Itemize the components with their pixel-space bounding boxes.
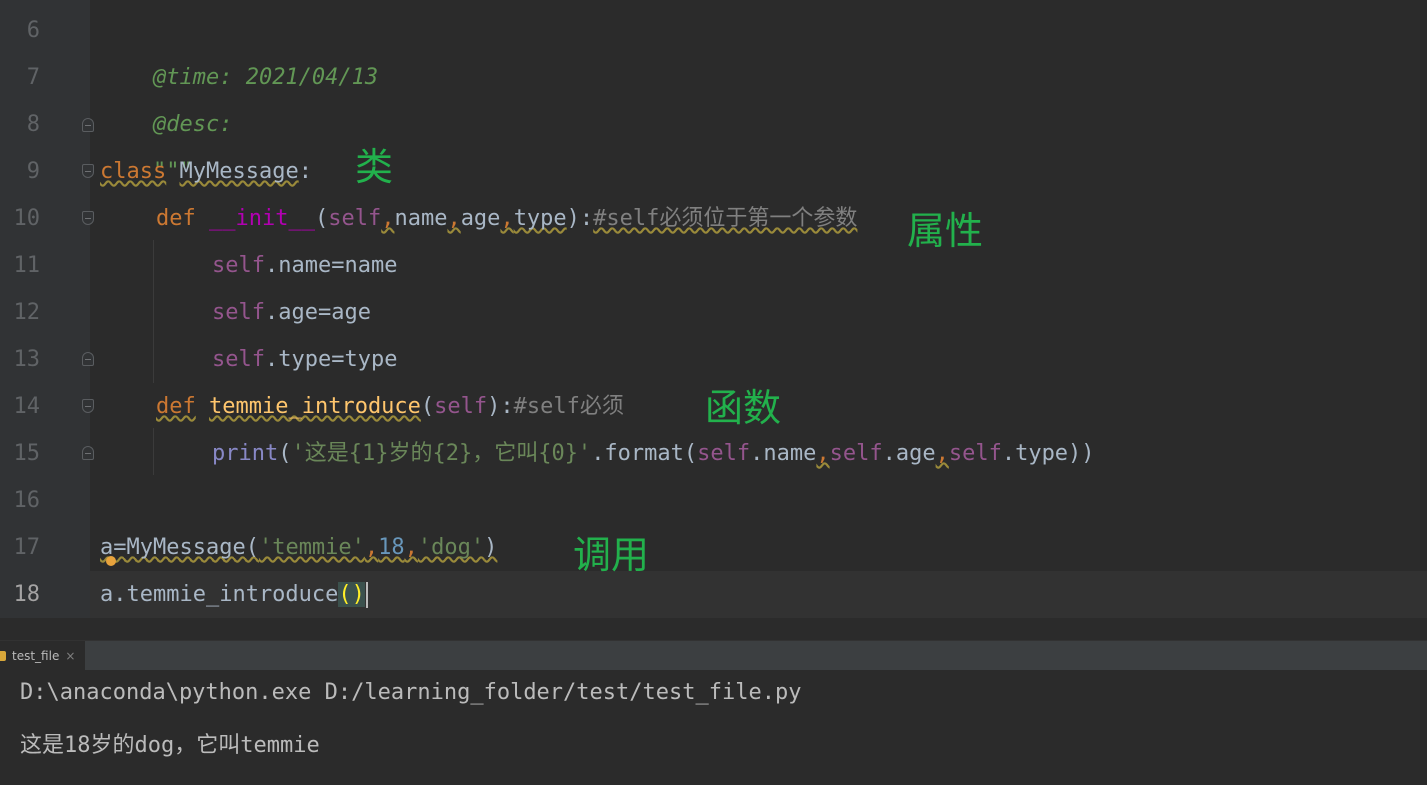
python-file-icon <box>0 651 6 661</box>
line-number: 16 <box>13 488 41 513</box>
code-line-7[interactable]: @desc: <box>100 54 232 137</box>
fold-start-icon[interactable] <box>82 164 94 178</box>
keyword: class <box>100 159 167 184</box>
line-number-current: 18 <box>13 582 41 607</box>
parameter: name <box>394 206 448 231</box>
code-line-8[interactable]: """ <box>100 101 193 184</box>
console-line: 这是18岁的dog，它叫temmie <box>20 733 320 758</box>
punctuation: , <box>500 206 514 231</box>
line-number-gutter: 6 7 8 9 10 11 12 13 14 15 16 17 18 <box>0 0 94 618</box>
code-line-14[interactable]: def temmie_introduce(self):#self必须 <box>156 383 624 430</box>
string-literal: 'temmie' <box>258 535 365 560</box>
keyword: def <box>156 394 196 419</box>
punctuation: ) <box>484 535 498 560</box>
code-line-9[interactable]: class MyMessage: <box>100 148 312 195</box>
punctuation: ( <box>314 206 329 231</box>
code-line-6[interactable]: @time: 2021/04/13 <box>100 7 378 90</box>
fold-end-icon[interactable] <box>82 118 94 132</box>
tab-test-file[interactable]: test_file × <box>0 641 86 673</box>
code-line-10[interactable]: def __init__(self,name,age,type):#self必须… <box>156 195 857 242</box>
line-number: 10 <box>13 206 41 231</box>
indent-guide <box>153 240 154 383</box>
self-ref: self <box>697 441 751 466</box>
annotation-function: 函数 <box>705 386 782 430</box>
code-line-15[interactable]: print('这是{1}岁的{2}，它叫{0}'.format(self.nam… <box>212 430 1095 477</box>
code-line-13[interactable]: self.type=type <box>212 336 397 383</box>
string-literal: 'dog' <box>417 535 485 560</box>
string-literal: '这是{1}岁的{2}，它叫{0}' <box>291 441 592 466</box>
punctuation: ): <box>487 394 514 419</box>
annotation-class: 类 <box>355 145 394 189</box>
keyword: def <box>156 206 196 231</box>
line-number: 14 <box>13 394 41 419</box>
self-ref: self <box>212 300 265 325</box>
lightbulb-icon[interactable] <box>106 556 116 566</box>
fold-start-icon[interactable] <box>82 399 94 413</box>
code-text: .format( <box>591 441 698 466</box>
parameter: age <box>460 206 501 231</box>
punctuation: : <box>298 159 312 184</box>
punctuation: , <box>816 441 830 466</box>
code-editor[interactable]: 6 7 8 9 10 11 12 13 14 15 16 17 18 @time… <box>0 0 1427 618</box>
code-line-18[interactable]: a.temmie_introduce() <box>100 571 368 618</box>
line-number: 6 <box>26 18 40 43</box>
indent-guide <box>153 428 154 475</box>
self-param: self <box>434 394 488 419</box>
line-number: 9 <box>26 159 40 184</box>
code-text: .name=name <box>264 253 398 278</box>
self-param: self <box>328 206 382 231</box>
line-number: 13 <box>13 347 41 372</box>
builtin-function: print <box>212 441 279 466</box>
code-line-12[interactable]: self.age=age <box>212 289 371 336</box>
code-text: .name <box>750 441 817 466</box>
class-name: MyMessage <box>179 159 299 184</box>
console-line: D:\anaconda\python.exe D:/learning_folde… <box>20 680 802 705</box>
fold-end-icon[interactable] <box>82 352 94 366</box>
fold-start-icon[interactable] <box>82 211 94 225</box>
code-text: .type=type <box>264 347 398 372</box>
line-number: 15 <box>13 441 41 466</box>
run-console[interactable]: D:\anaconda\python.exe D:/learning_folde… <box>0 670 1427 785</box>
fold-end-icon[interactable] <box>82 446 94 460</box>
punctuation: , <box>381 206 395 231</box>
line-number: 12 <box>13 300 41 325</box>
comment: #self必须位于第一个参数 <box>593 206 858 231</box>
function-name: temmie_introduce <box>209 394 421 419</box>
code-text: .age <box>882 441 936 466</box>
self-ref: self <box>212 347 265 372</box>
text-caret <box>365 582 368 608</box>
self-ref: self <box>212 253 265 278</box>
punctuation: , <box>404 535 418 560</box>
punctuation: ): <box>566 206 594 231</box>
code-text: a.temmie_introduce <box>100 582 339 607</box>
code-line-11[interactable]: self.name=name <box>212 242 397 289</box>
self-ref: self <box>829 441 883 466</box>
self-ref: self <box>948 441 1002 466</box>
punctuation: , <box>364 535 379 560</box>
annotation-attribute: 属性 <box>907 209 984 253</box>
line-number: 7 <box>26 65 40 90</box>
punctuation: ( <box>278 441 292 466</box>
line-number: 11 <box>13 253 41 278</box>
code-text: =MyMessage( <box>113 535 259 560</box>
punctuation: ( <box>420 394 435 419</box>
annotation-call: 调用 <box>573 533 650 577</box>
code-text: .type)) <box>1001 441 1095 466</box>
matched-brackets: () <box>338 582 365 607</box>
run-panel-tabs: test_file × <box>0 640 1427 673</box>
line-number: 8 <box>26 112 40 137</box>
close-icon[interactable]: × <box>65 649 75 663</box>
number-literal: 18 <box>378 535 405 560</box>
punctuation: , <box>935 441 949 466</box>
line-number: 17 <box>13 535 41 560</box>
comment: #self必须 <box>513 394 624 419</box>
code-line-17[interactable]: a=MyMessage('temmie',18,'dog') <box>100 524 497 571</box>
code-text: .age=age <box>264 300 371 325</box>
tab-label: test_file <box>12 649 60 663</box>
parameter: type <box>513 206 567 231</box>
function-name: __init__ <box>209 206 315 231</box>
punctuation: , <box>447 206 461 231</box>
